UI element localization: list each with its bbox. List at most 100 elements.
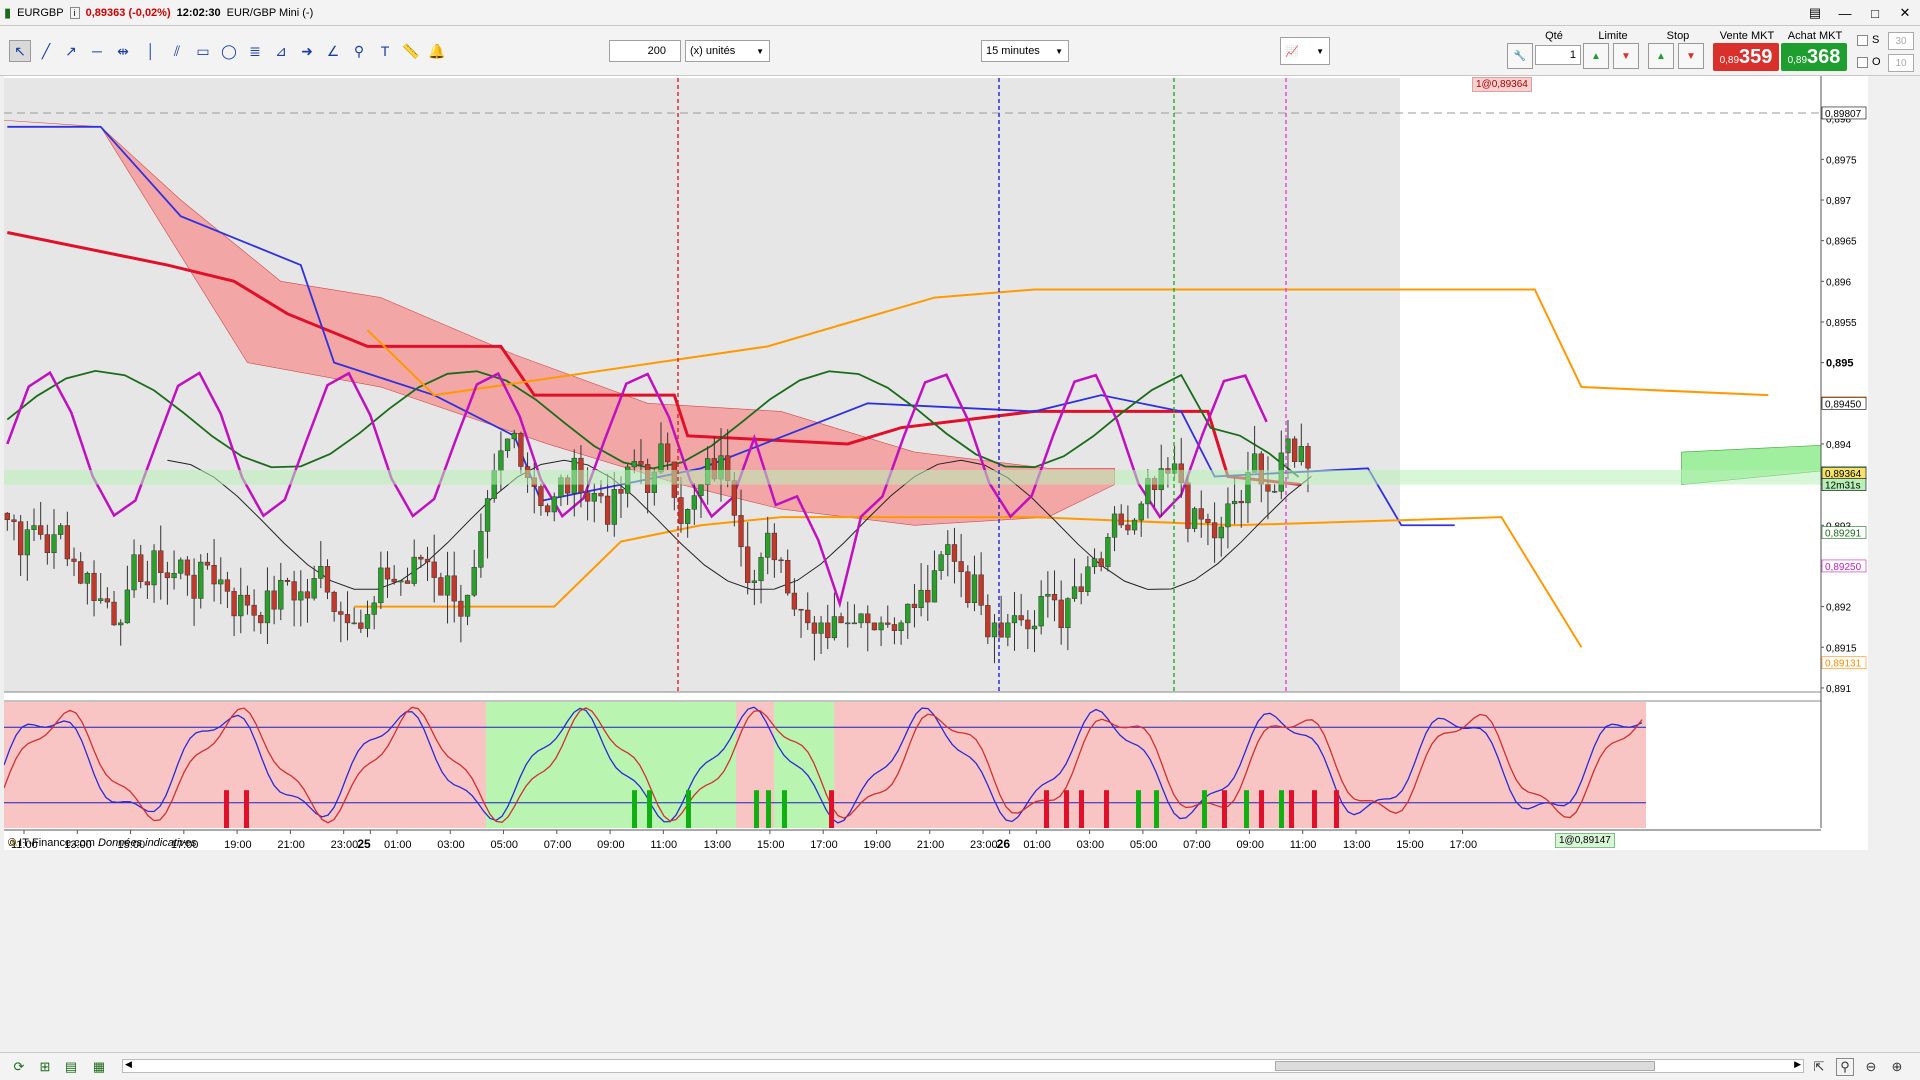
info-icon[interactable]: i (69, 6, 80, 19)
candle (1218, 526, 1224, 539)
candle (518, 433, 524, 467)
candle (758, 557, 764, 582)
candle (631, 461, 637, 468)
candle (951, 544, 958, 562)
current-price-band (4, 469, 1821, 485)
zoom-icon[interactable]: ⚲ (348, 40, 370, 62)
candle (324, 566, 331, 593)
candle (158, 550, 164, 573)
price-label[interactable]: 0,89291 (1825, 529, 1862, 540)
zoom-out-icon[interactable]: ⊖ (1862, 1058, 1880, 1076)
candle (358, 622, 364, 629)
screener-icon[interactable]: ▦ (90, 1058, 108, 1076)
candle (1191, 508, 1198, 529)
vertical-line-icon[interactable]: │ (140, 40, 162, 62)
price-label[interactable]: 0,89450 (1825, 399, 1862, 410)
scroll-right-icon[interactable]: ▶ (1794, 1059, 1801, 1070)
minimize-button[interactable]: — (1830, 0, 1860, 26)
time-scrollbar[interactable]: ◀ ▶ (122, 1059, 1804, 1073)
price-change: 0,89363 (-0,02%) (85, 6, 171, 19)
ruler-icon[interactable]: 📏 (400, 40, 422, 62)
candle (1078, 586, 1084, 592)
sell-market-button[interactable]: 0,89 359 (1713, 43, 1779, 71)
time-tick-label: 05:00 (491, 839, 519, 850)
candle (858, 613, 864, 624)
text-tool-icon[interactable]: T (374, 40, 396, 62)
layout-icon[interactable]: ▤ (1800, 0, 1830, 26)
order-qty-input[interactable]: 1 (1535, 45, 1581, 65)
o-value-input[interactable]: 10 (1888, 54, 1914, 72)
s-value-input[interactable]: 30 (1888, 32, 1914, 50)
horizontal-line-icon[interactable]: ─ (86, 40, 108, 62)
osc-histogram-bar (1312, 790, 1317, 828)
candle (931, 570, 938, 603)
pointer-icon[interactable]: ↖ (9, 40, 31, 62)
buy-limit-button[interactable]: ▲ (1583, 43, 1609, 69)
copyright-note: © IT-Finance.com Données indicatives (8, 837, 196, 849)
candle (91, 572, 97, 601)
price-label[interactable]: 0,89250 (1825, 562, 1862, 573)
scroll-thumb[interactable] (1275, 1061, 1655, 1071)
alert-bell-icon[interactable]: 🔔 (426, 40, 448, 62)
fibonacci-icon[interactable]: ≣ (244, 40, 266, 62)
candle (238, 594, 244, 617)
candle (278, 580, 284, 610)
quantity-input[interactable]: 200 (609, 40, 681, 62)
rectangle-tool-icon[interactable]: ▭ (192, 40, 214, 62)
candle (224, 579, 231, 592)
add-indicator-icon[interactable]: ⊞ (36, 1058, 54, 1076)
zoom-fit-icon[interactable]: ⚲ (1836, 1058, 1854, 1076)
candle (898, 622, 904, 631)
scroll-left-icon[interactable]: ◀ (125, 1059, 132, 1070)
candle (478, 531, 484, 568)
candle (1038, 596, 1044, 627)
horizontal-ray-icon[interactable]: ⇹ (112, 40, 134, 62)
price-label[interactable]: 12m31s (1825, 481, 1861, 492)
ray-tool-icon[interactable]: ↗ (60, 40, 82, 62)
sell-stop-button[interactable]: ▼ (1678, 43, 1704, 69)
candle (598, 493, 604, 497)
angle-tool-icon[interactable]: ∠ (322, 40, 344, 62)
template-icon[interactable]: ▤ (62, 1058, 80, 1076)
line-tool-icon[interactable]: ╱ (35, 40, 57, 62)
candle (1111, 513, 1118, 538)
fib-fan-icon[interactable]: ⊿ (270, 40, 292, 62)
candle (791, 592, 798, 610)
refresh-icon[interactable]: ⟳ (10, 1058, 28, 1076)
channel-tool-icon[interactable]: ⫽ (166, 40, 188, 62)
timeframe-select[interactable]: 15 minutes (981, 40, 1069, 62)
arrow-tool-icon[interactable]: ➜ (296, 40, 318, 62)
candle (344, 614, 351, 624)
sell-limit-button[interactable]: ▼ (1613, 43, 1639, 69)
ellipse-tool-icon[interactable]: ◯ (218, 40, 240, 62)
oscillator-pane[interactable]: 020406080100 (4, 698, 1843, 835)
top-order-marker[interactable]: 1@0,89364 (1472, 77, 1532, 92)
candle (184, 559, 191, 576)
maximize-button[interactable]: □ (1860, 0, 1890, 26)
close-button[interactable]: ✕ (1890, 0, 1920, 26)
unit-select[interactable]: (x) unités (685, 40, 770, 62)
main-pane[interactable] (4, 78, 1868, 693)
time-tick-label: 17:00 (810, 839, 838, 850)
wrench-icon[interactable]: 🔧 (1507, 43, 1533, 69)
price-chart[interactable]: 020406080100 0,8910,89150,8920,89250,893… (4, 76, 1868, 850)
o-checkbox[interactable] (1857, 57, 1868, 68)
symbol-selector[interactable]: EURGBP (17, 7, 63, 19)
price-axis[interactable]: 0,8910,89150,8920,89250,8930,89350,8940,… (1820, 76, 1868, 832)
buy-stop-button[interactable]: ▲ (1648, 43, 1674, 69)
candle (678, 497, 684, 524)
chart-style-icon[interactable]: 📈 (1280, 37, 1330, 65)
cursor-sync-icon[interactable]: ⇱ (1810, 1058, 1828, 1076)
zoom-in-icon[interactable]: ⊕ (1888, 1058, 1906, 1076)
chart-icon[interactable]: ▮ (4, 5, 11, 21)
indicative-text: Données indicatives (98, 837, 197, 849)
s-checkbox[interactable] (1857, 35, 1868, 46)
price-label[interactable]: 0,89807 (1825, 109, 1862, 120)
osc-histogram-bar (244, 790, 249, 828)
buy-market-button[interactable]: 0,89 368 (1781, 43, 1847, 71)
candle (1091, 558, 1098, 568)
buy-price-big: 368 (1807, 46, 1841, 68)
price-label[interactable]: 0,89131 (1825, 659, 1862, 670)
candle (458, 600, 464, 617)
bottom-order-marker[interactable]: 1@0,89147 (1555, 833, 1615, 848)
